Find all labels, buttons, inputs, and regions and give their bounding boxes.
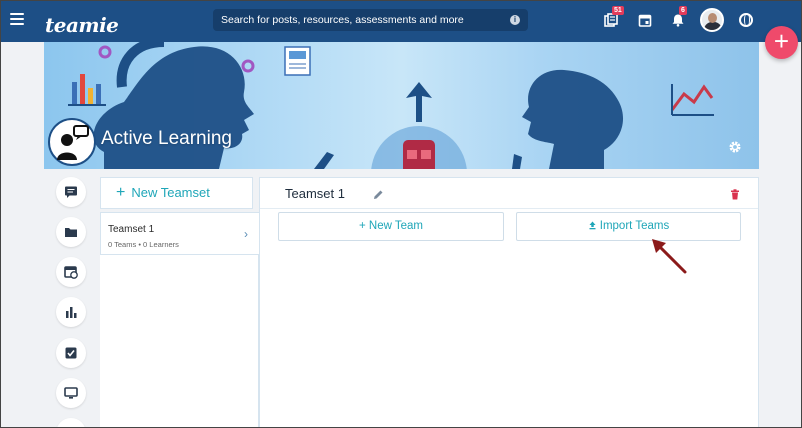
plus-icon: + (358, 220, 369, 232)
rail-button-chat[interactable] (56, 177, 86, 207)
teamset-title: Teamset 1 (285, 186, 345, 201)
add-fab-button[interactable]: + (765, 26, 798, 59)
course-logo (48, 118, 96, 166)
upload-icon (589, 221, 596, 230)
annotation-arrow (652, 239, 687, 274)
search-placeholder: Search for posts, resources, assessments… (221, 14, 464, 26)
trash-icon[interactable] (730, 187, 740, 205)
plus-icon: + (116, 184, 126, 201)
pencil-icon[interactable] (373, 187, 384, 205)
resources-count-badge: 51 (612, 6, 624, 15)
bar-chart-icon (66, 307, 77, 318)
globe-icon[interactable] (739, 13, 753, 27)
gear-icon[interactable] (728, 140, 742, 154)
checkbox-icon (65, 347, 77, 359)
teamset-meta: 0 Teams • 0 Learners (108, 240, 179, 249)
panel-header: Teamset 1 (260, 178, 758, 209)
plus-icon: + (773, 26, 790, 56)
new-team-button[interactable]: + New Team (278, 212, 504, 241)
teamset-name: Teamset 1 (108, 224, 155, 235)
library-icon[interactable] (604, 13, 618, 27)
teamset-list-item[interactable]: Teamset 1 0 Teams • 0 Learners › (100, 212, 259, 255)
monitor-icon (64, 387, 78, 399)
calendar-icon[interactable] (638, 13, 652, 27)
rail-button-more[interactable] (56, 418, 86, 428)
user-avatar[interactable] (700, 8, 724, 32)
info-icon[interactable]: i (510, 15, 520, 25)
calendar-clock-icon (64, 266, 78, 279)
hamburger-menu-icon[interactable] (10, 13, 24, 25)
teamset-detail-panel: Teamset 1 + New Team Import Teams (259, 177, 759, 428)
alerts-count-badge: 6 (679, 6, 687, 15)
chevron-right-icon: › (244, 227, 248, 241)
teamie-logo[interactable]: teamie (45, 6, 119, 37)
import-teams-button[interactable]: Import Teams (516, 212, 741, 241)
rail-button-classroom[interactable] (56, 378, 86, 408)
top-navigation-bar: teamie Search for posts, resources, asse… (0, 0, 802, 42)
chat-icon (65, 186, 77, 198)
new-teamset-button[interactable]: + New Teamset (100, 177, 253, 209)
search-input[interactable]: Search for posts, resources, assessments… (213, 9, 528, 31)
rail-button-calendar[interactable] (56, 257, 86, 287)
rail-button-folder[interactable] (56, 217, 86, 247)
rail-button-analytics[interactable] (56, 297, 86, 327)
course-title: Active Learning (101, 128, 232, 149)
folder-icon (65, 228, 77, 237)
bell-icon[interactable] (671, 13, 685, 27)
rail-button-tasks[interactable] (56, 338, 86, 368)
